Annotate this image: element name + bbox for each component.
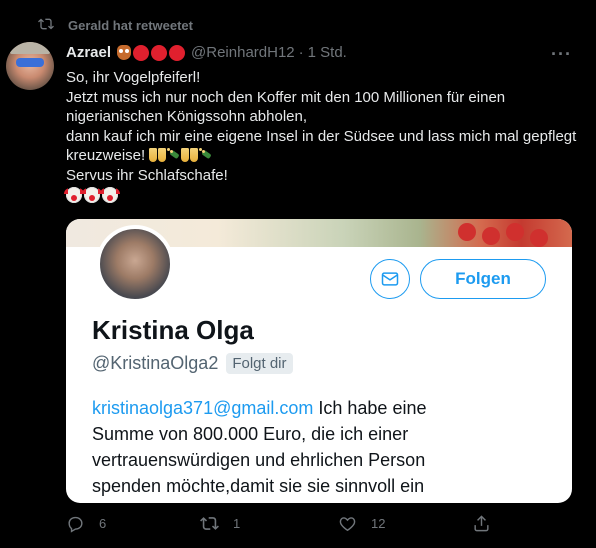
- bio-line: vertrauenswürdigen und ehrlichen Person: [92, 450, 426, 470]
- heart-icon: [339, 517, 356, 532]
- tweet-line: nigerianischen Königssohn abholen,: [66, 108, 308, 126]
- berry-decoration: [458, 223, 476, 241]
- retweet-label[interactable]: Gerald hat retweetet: [68, 18, 193, 33]
- share-button[interactable]: [472, 514, 491, 533]
- tweet-line: dann kauf ich mir eine eigene Insel in d…: [66, 127, 577, 145]
- owl-emoji-icon: [117, 45, 132, 60]
- berry-decoration: [482, 227, 500, 245]
- retweet-icon: [200, 517, 219, 530]
- tweet-line: Servus ihr Schlafschafe!: [66, 166, 228, 184]
- author-avatar[interactable]: [6, 42, 54, 90]
- tweet-header: Azrael @ReinhardH12 · 1 Std.: [66, 44, 347, 61]
- berry-decoration: [506, 223, 524, 241]
- tweet-time[interactable]: 1 Std.: [308, 44, 347, 61]
- tweet-line: So, ihr Vogelpfeiferl!: [66, 69, 201, 86]
- red-circle-icon: [151, 44, 168, 61]
- emoji-line: [64, 186, 578, 206]
- author-name[interactable]: Azrael: [66, 44, 111, 61]
- tweet-line: Jetzt muss ich nur noch den Koffer mit d…: [66, 88, 506, 106]
- follow-button: Folgen: [420, 259, 546, 299]
- message-button: [370, 259, 410, 299]
- bio-line: Ich habe eine: [318, 398, 427, 418]
- reply-icon: [68, 516, 83, 533]
- bio-line: Summe von 800.000 Euro, die ich einer: [92, 424, 409, 444]
- card-bio: kristinaolga371@gmail.com Ich habe eine …: [92, 395, 552, 499]
- reply-button[interactable]: 6: [66, 514, 106, 533]
- bio-line: spenden möchte,damit sie sie sinnvoll ei…: [92, 476, 425, 496]
- card-profile-picture: [96, 225, 174, 303]
- retweet-indicator: Gerald hat retweetet: [38, 16, 193, 35]
- clown-emoji-icon: [82, 186, 102, 203]
- champagne-bottle-icon: [199, 148, 213, 162]
- clown-emoji-icon: [100, 186, 120, 203]
- separator: ·: [298, 44, 304, 61]
- champagne-glass-icon: [158, 148, 167, 163]
- tweet-actions: 6 1 12: [66, 514, 566, 538]
- retweet-count: 1: [233, 516, 241, 531]
- like-button[interactable]: 12: [338, 514, 385, 533]
- card-profile-handle: @KristinaOlga2: [92, 353, 219, 373]
- more-icon[interactable]: ···: [551, 44, 572, 65]
- berry-decoration: [530, 229, 548, 247]
- card-profile-name: Kristina Olga: [92, 315, 254, 345]
- retweet-icon: [38, 16, 54, 35]
- champagne-glass-icon: [181, 148, 190, 163]
- author-handle[interactable]: @ReinhardH12: [191, 44, 295, 61]
- like-count: 12: [371, 516, 386, 531]
- tweet-line: kreuzweise!: [66, 147, 146, 165]
- follows-you-badge: Folgt dir: [226, 353, 293, 374]
- share-icon: [474, 515, 489, 532]
- champagne-bottle-icon: [167, 148, 181, 162]
- card-profile-handle-row: @KristinaOlga2 Folgt dir: [92, 353, 293, 374]
- champagne-glass-icon: [190, 148, 199, 163]
- name-emojis: [117, 44, 186, 61]
- tweet-line-with-emoji: kreuzweise!: [66, 146, 578, 166]
- bio-email-link: kristinaolga371@gmail.com: [92, 398, 314, 418]
- champagne-glass-icon: [149, 148, 158, 163]
- reply-count: 6: [99, 516, 107, 531]
- red-circle-icon: [133, 44, 150, 61]
- retweet-button[interactable]: 1: [200, 514, 240, 533]
- mail-icon: [381, 272, 399, 286]
- clown-emoji-icon: [64, 186, 84, 203]
- attached-image[interactable]: Folgen Kristina Olga @KristinaOlga2 Folg…: [66, 219, 572, 503]
- red-circle-icon: [169, 44, 186, 61]
- tweet-text: So, ihr Vogelpfeiferl! Jetzt muss ich nu…: [64, 68, 578, 206]
